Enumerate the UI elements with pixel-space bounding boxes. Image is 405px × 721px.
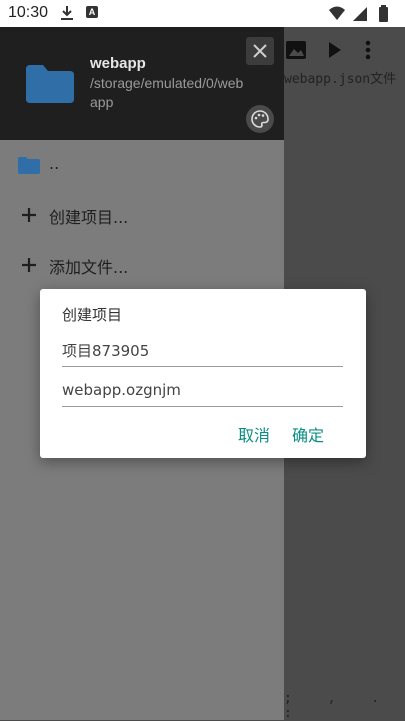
status-time: 10:30 [8,4,49,21]
download-icon [61,6,73,20]
close-button[interactable] [246,37,274,65]
drawer-path: /storage/emulated/0/webapp [90,75,244,110]
status-icons [329,5,388,22]
folder-icon [18,157,40,174]
drawer-item-parent[interactable]: .. [0,141,284,189]
app-a-icon: A [86,6,98,18]
wifi-icon [329,6,345,20]
palette-icon [251,110,269,128]
package-name-field[interactable] [62,374,343,407]
plus-icon [22,208,36,222]
status-bar: 10:30 A [0,0,405,27]
dialog-title: 创建项目 [62,306,123,324]
drawer-item-label: 创建项目... [49,208,129,227]
editor-key-row: ; , . : [284,691,394,721]
editor-toolbar [259,27,405,72]
signal-icon [353,7,367,21]
play-icon[interactable] [323,39,345,61]
close-icon [253,44,267,58]
confirm-button[interactable]: 确定 [292,422,324,446]
editor-tab[interactable]: webapp.json文件 [284,68,396,87]
image-icon[interactable] [285,39,307,61]
battery-icon [379,7,388,22]
cancel-button[interactable]: 取消 [238,422,270,446]
drawer-item-label: 添加文件... [49,258,129,277]
drawer-header: webapp /storage/emulated/0/webapp [0,27,284,140]
project-name-field[interactable] [62,334,343,367]
drawer-item-label: .. [49,154,60,173]
drawer-title: webapp [90,55,146,72]
folder-icon [26,65,74,103]
plus-icon [22,258,36,272]
more-vert-icon[interactable] [357,39,379,61]
theme-button[interactable] [246,105,274,133]
drawer-item-create-project[interactable]: 创建项目... [0,191,284,239]
drawer-item-add-file[interactable]: 添加文件... [0,241,284,289]
create-project-dialog: 创建项目 取消 确定 [40,289,366,458]
